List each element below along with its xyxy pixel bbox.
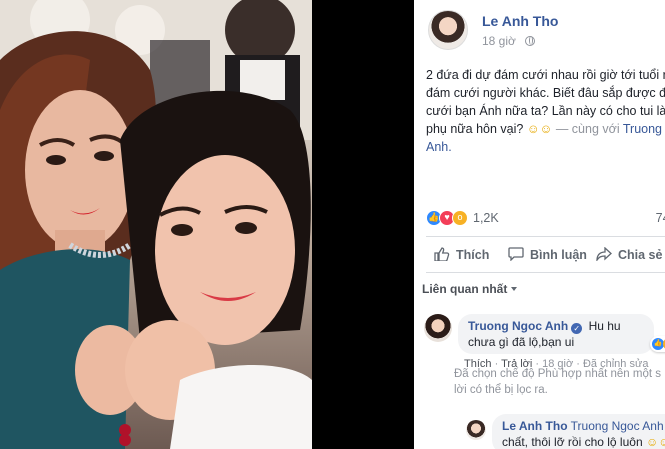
post-text-line: Anh. — [426, 138, 665, 156]
reaction-count[interactable]: 1,2K — [473, 211, 499, 225]
reply-bubble: Le Anh Tho Truong Ngoc Anh ý chất, thôi … — [492, 414, 665, 449]
reply-author-avatar[interactable] — [466, 420, 486, 440]
commenter-name[interactable]: Truong Ngoc Anh — [468, 319, 568, 333]
sort-label: Liên quan nhất — [422, 282, 508, 296]
post-photo[interactable] — [0, 0, 312, 449]
comment-count[interactable]: 74 b — [656, 211, 665, 225]
smile-emoji-icon: ☺☺ — [526, 122, 553, 136]
comment-button-label: Bình luận — [530, 248, 587, 262]
comment-icon — [508, 247, 524, 261]
post-actions: Thích Bình luận Chia sẻ — [426, 242, 665, 268]
sort-comments-dropdown[interactable]: Liên quan nhất — [422, 282, 518, 296]
reply-text: chất, thôi lỡ rồi cho lộ luôn — [502, 435, 643, 449]
post-text-line-4: phụ nữa hôn vại? — [426, 122, 527, 136]
comment-bubble: Truong Ngoc Anh ✓ Hu hu chưa gì đã lộ,bạn… — [458, 314, 654, 354]
author-avatar[interactable] — [428, 10, 468, 50]
share-button-label: Chia sẻ — [618, 248, 663, 262]
reactions-bar[interactable]: 👍 ♥ o 1,2K 74 b — [426, 209, 665, 229]
verified-badge-icon: ✓ — [571, 323, 583, 334]
photo-illustration — [0, 0, 312, 449]
filter-note: Đã chọn chế độ Phù hợp nhất nên một s lờ… — [454, 366, 661, 398]
reply-line-1: Le Anh Tho Truong Ngoc Anh ý — [502, 418, 665, 434]
comment-text-2: chưa gì đã lộ,bạn ui — [468, 335, 575, 349]
share-icon — [596, 247, 612, 261]
commenter-avatar[interactable] — [424, 314, 452, 342]
comment-button[interactable]: Bình luận — [508, 242, 587, 268]
comment-reactions[interactable]: 👍 ☺ — [650, 336, 665, 352]
post-text-line: phụ nữa hôn vại? ☺☺ — cùng với Truong N — [426, 120, 665, 138]
like-button[interactable]: Thích — [434, 242, 489, 268]
comment-text-1: Hu hu — [588, 319, 621, 333]
with-text: — cùng với — [555, 122, 620, 136]
smile-emoji-icon: ☺☺ — [645, 435, 665, 449]
divider — [426, 236, 665, 237]
filter-note-line-2: lời có thể bị lọc ra. — [454, 384, 548, 396]
post-text-line: 2 đứa đi dự đám cưới nhau rồi giờ tới tu… — [426, 68, 665, 82]
tagged-user[interactable]: Truong N — [623, 122, 665, 136]
like-button-label: Thích — [456, 248, 490, 262]
black-gap — [312, 0, 414, 449]
globe-icon[interactable] — [525, 36, 536, 46]
share-button[interactable]: Chia sẻ — [596, 242, 662, 268]
divider — [426, 272, 665, 273]
thumbs-up-icon — [434, 247, 450, 261]
caret-down-icon — [511, 287, 518, 291]
comment-line-1: Truong Ngoc Anh ✓ Hu hu — [468, 318, 644, 334]
reply-author-name[interactable]: Le Anh Tho — [502, 419, 568, 433]
post-text-line: cưới bạn Ánh nữa ta? Lần này có cho tui … — [426, 104, 665, 118]
filter-note-line-1: Đã chọn chế độ Phù hợp nhất nên một s — [454, 368, 662, 380]
post-timestamp[interactable]: 18 giờ — [482, 34, 516, 48]
post-text: 2 đứa đi dự đám cưới nhau rồi giờ tới tu… — [426, 66, 665, 156]
wow-reaction-icon: o — [452, 210, 468, 226]
post-panel: Le Anh Tho 18 giờ 2 đứa đi dự đám cưới n… — [414, 0, 665, 449]
post-text-line: đám cưới người khác. Biết đâu sắp được đ… — [426, 86, 665, 100]
post-meta: 18 giờ — [482, 34, 536, 48]
reply-line-2: chất, thôi lỡ rồi cho lộ luôn ☺☺ — [502, 434, 665, 449]
tagged-user-tail[interactable]: Anh. — [426, 140, 452, 154]
reply-comment: Le Anh Tho Truong Ngoc Anh ý chất, thôi … — [466, 414, 665, 449]
reply-tagged-user[interactable]: Truong Ngoc Anh — [571, 419, 664, 433]
author-name[interactable]: Le Anh Tho — [482, 13, 558, 29]
